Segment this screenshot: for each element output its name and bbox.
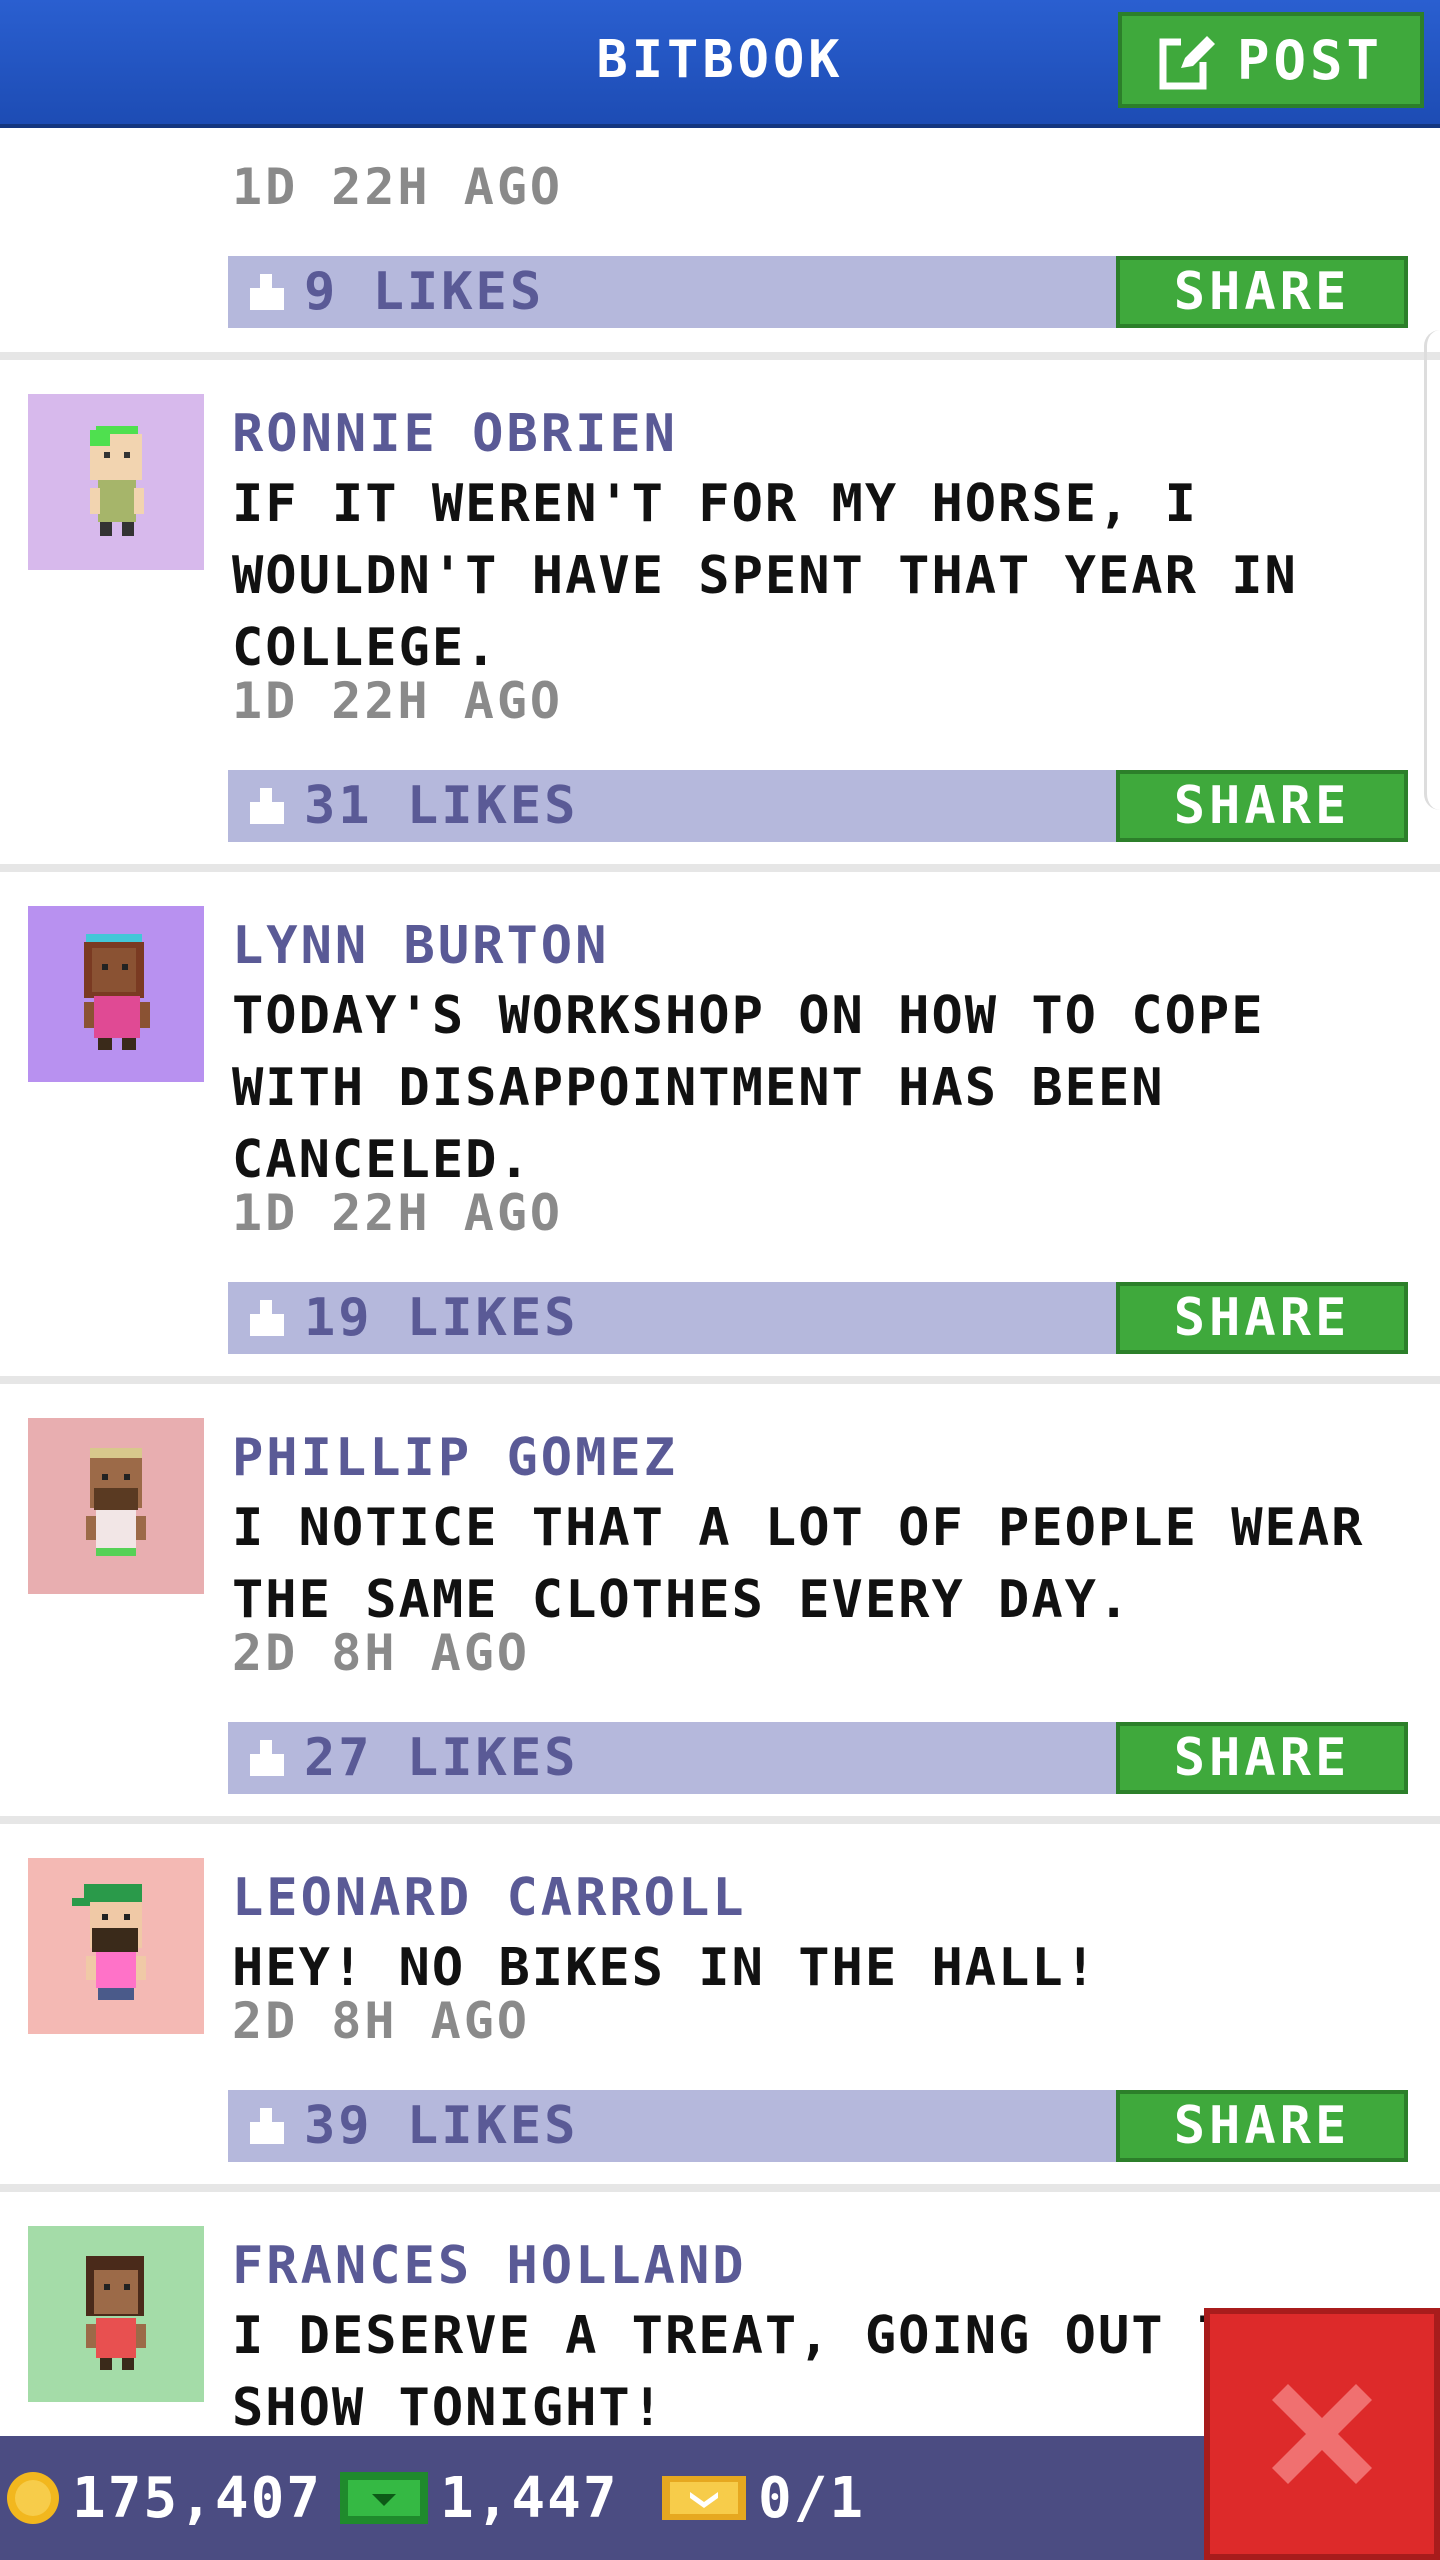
app-header: BITBOOK POST xyxy=(0,0,1440,128)
tickets-value: 0/1 xyxy=(758,2465,866,2531)
feed-post: PHILLIP GOMEZ I NOTICE THAT A LOT OF PEO… xyxy=(0,1384,1440,1824)
post-message: I NOTICE THAT A LOT OF PEOPLE WEAR THE S… xyxy=(232,1498,1365,1630)
likes-count: 19 LIKES xyxy=(304,1288,579,1348)
character-sprite xyxy=(72,1884,146,2000)
avatar xyxy=(28,1858,204,2034)
post-author[interactable]: RONNIE OBRIEN xyxy=(232,404,678,464)
feed-post: RONNIE OBRIEN IF IT WEREN'T FOR MY HORSE… xyxy=(0,360,1440,872)
feed-post: LEONARD CARROLL HEY! NO BIKES IN THE HAL… xyxy=(0,1824,1440,2192)
like-bar: 9 LIKES SHARE xyxy=(228,256,1408,328)
likes-count: 39 LIKES xyxy=(304,2096,579,2156)
coins-stat: 175,407 xyxy=(4,2462,322,2534)
character-sprite xyxy=(84,934,150,1050)
like-bar: 39 LIKES SHARE xyxy=(228,2090,1408,2162)
post-timestamp: 1D 22H AGO xyxy=(232,1184,564,1242)
thumbs-up-icon[interactable] xyxy=(246,784,288,828)
share-button[interactable]: SHARE xyxy=(1116,1282,1408,1354)
post-author[interactable]: FRANCES HOLLAND xyxy=(232,2236,747,2296)
likes-count: 31 LIKES xyxy=(304,776,579,836)
share-button[interactable]: SHARE xyxy=(1116,2090,1408,2162)
post-message: TODAY'S WORKSHOP ON HOW TO COPE WITH DIS… xyxy=(232,986,1265,1190)
post-button-label: POST xyxy=(1236,28,1384,92)
close-button[interactable] xyxy=(1204,2308,1440,2560)
like-bar: 19 LIKES SHARE xyxy=(228,1282,1408,1354)
post-message: IF IT WEREN'T FOR MY HORSE, I WOULDN'T H… xyxy=(232,474,1298,678)
coin-icon xyxy=(7,2472,59,2524)
bux-value: 1,447 xyxy=(440,2465,619,2531)
share-button[interactable]: SHARE xyxy=(1116,1722,1408,1794)
coins-value: 175,407 xyxy=(72,2465,323,2531)
thumbs-up-icon[interactable] xyxy=(246,1736,288,1780)
post-timestamp: 1D 22H AGO xyxy=(232,672,564,730)
compose-icon xyxy=(1159,32,1215,90)
bux-icon xyxy=(340,2472,428,2524)
like-bar: 27 LIKES SHARE xyxy=(228,1722,1408,1794)
post-author[interactable]: LEONARD CARROLL xyxy=(232,1868,747,1928)
tickets-stat: 0/1 xyxy=(660,2462,865,2534)
likes-count: 9 LIKES xyxy=(304,262,545,322)
like-bar: 31 LIKES SHARE xyxy=(228,770,1408,842)
character-sprite xyxy=(86,1448,146,1556)
avatar xyxy=(28,2226,204,2402)
avatar xyxy=(28,1418,204,1594)
close-icon xyxy=(1272,2384,1372,2484)
scroll-indicator xyxy=(1424,330,1440,810)
ticket-icon xyxy=(662,2476,746,2520)
post-button[interactable]: POST xyxy=(1118,12,1424,108)
post-author[interactable]: PHILLIP GOMEZ xyxy=(232,1428,678,1488)
thumbs-up-icon[interactable] xyxy=(246,270,288,314)
likes-count: 27 LIKES xyxy=(304,1728,579,1788)
share-button[interactable]: SHARE xyxy=(1116,770,1408,842)
post-timestamp: 2D 8H AGO xyxy=(232,1992,530,2050)
avatar xyxy=(28,906,204,1082)
post-timestamp: 2D 8H AGO xyxy=(232,1624,530,1682)
thumbs-up-icon[interactable] xyxy=(246,2104,288,2148)
character-sprite xyxy=(86,2256,146,2370)
post-timestamp: 1D 22H AGO xyxy=(232,158,564,216)
feed-post: LYNN BURTON TODAY'S WORKSHOP ON HOW TO C… xyxy=(0,872,1440,1384)
character-sprite xyxy=(90,426,144,536)
share-button[interactable]: SHARE xyxy=(1116,256,1408,328)
post-author[interactable]: LYNN BURTON xyxy=(232,916,609,976)
thumbs-up-icon[interactable] xyxy=(246,1296,288,1340)
avatar xyxy=(28,394,204,570)
bux-stat: 1,447 xyxy=(338,2462,619,2534)
